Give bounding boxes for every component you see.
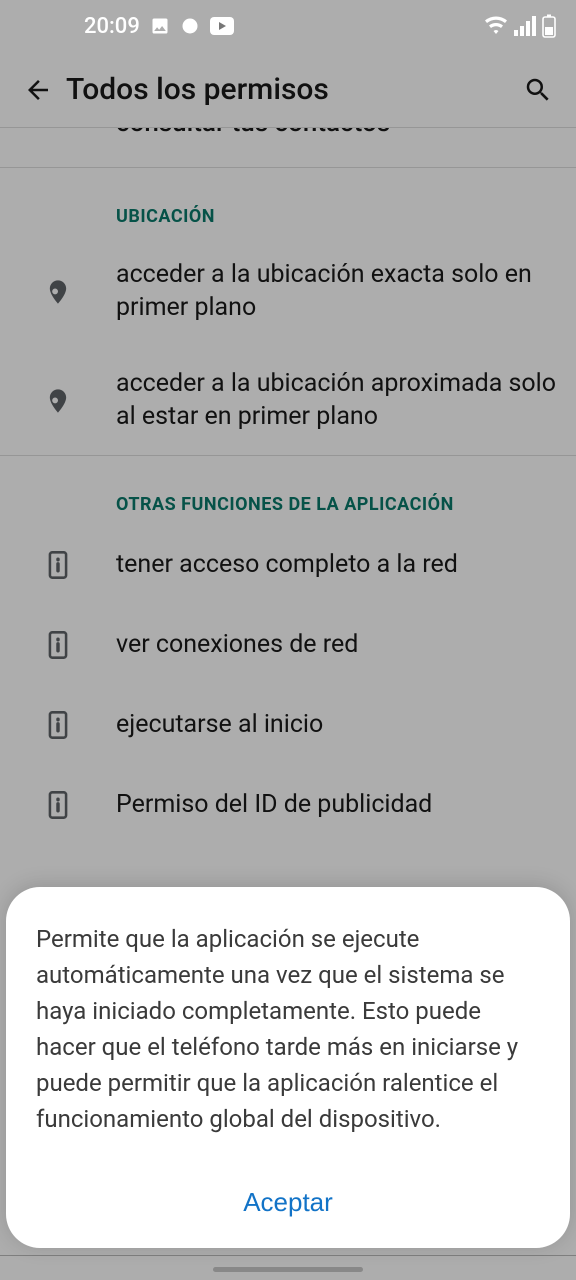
youtube-icon xyxy=(210,17,234,35)
dialog-body: Permite que la aplicación se ejecute aut… xyxy=(36,921,540,1137)
image-icon xyxy=(150,16,170,36)
wifi-icon xyxy=(484,16,508,36)
accept-button[interactable]: Aceptar xyxy=(223,1177,353,1228)
globe-icon xyxy=(180,16,200,36)
battery-icon xyxy=(542,14,556,38)
status-bar: 20:09 xyxy=(0,0,576,52)
signal-icon xyxy=(514,16,536,36)
navigation-handle[interactable] xyxy=(213,1267,363,1272)
status-time: 20:09 xyxy=(84,14,140,39)
permission-info-dialog: Permite que la aplicación se ejecute aut… xyxy=(6,887,570,1248)
